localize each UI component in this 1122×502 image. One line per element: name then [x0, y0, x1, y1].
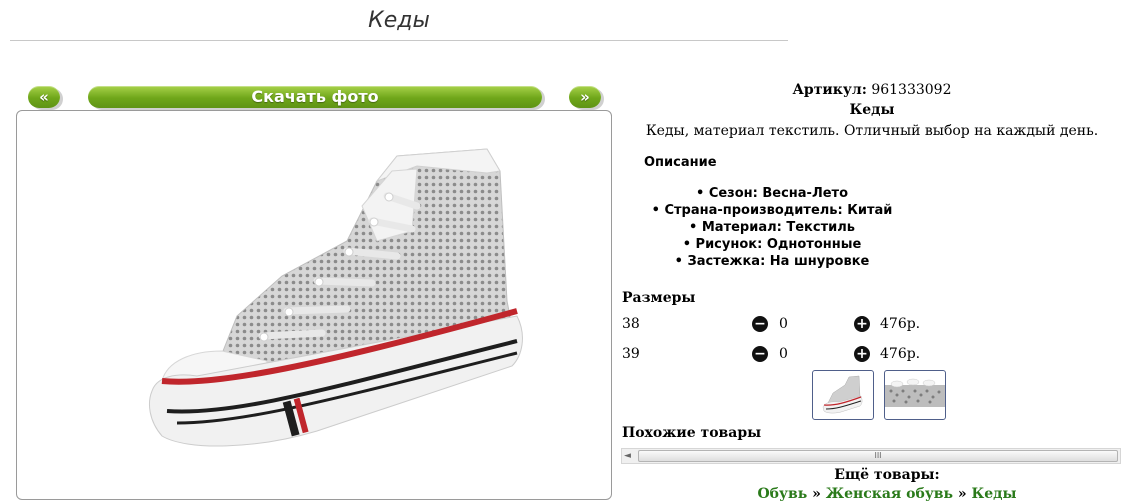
more-products-heading: Ещё товары:	[834, 467, 940, 483]
attribute-item: Страна-производитель: Китай	[622, 202, 922, 219]
breadcrumb-link-sneakers[interactable]: Кеды	[972, 486, 1017, 502]
photo-thumbnail-1[interactable]	[812, 370, 874, 420]
attribute-item: Рисунок: Однотонные	[622, 236, 922, 253]
article-line: Артикул: 961333092	[622, 82, 1122, 98]
minus-circle-icon[interactable]: −	[752, 316, 768, 332]
similar-products-scrollbar[interactable]: ◄ III	[621, 448, 1121, 464]
prev-photo-button[interactable]: «	[28, 86, 60, 108]
article-value: 961333092	[871, 82, 952, 98]
scroll-left-icon[interactable]: ◄	[624, 449, 631, 463]
attribute-item: Материал: Текстиль	[622, 219, 922, 236]
breadcrumb-separator: »	[953, 486, 972, 502]
next-photo-button[interactable]: »	[569, 86, 601, 108]
product-name: Кеды	[849, 102, 895, 118]
breadcrumb-link-womens-shoes[interactable]: Женская обувь	[826, 486, 953, 502]
breadcrumb-link-shoes[interactable]: Обувь	[757, 486, 807, 502]
scrollbar-thumb[interactable]: III	[638, 450, 1118, 462]
size-row: 39 − 0 + 476р.	[622, 346, 1022, 366]
minus-circle-icon[interactable]: −	[752, 346, 768, 362]
size-quantity: 0	[779, 316, 788, 332]
product-short-description: Кеды, материал текстиль. Отличный выбор …	[645, 123, 1099, 139]
size-price: 476р.	[880, 316, 921, 332]
breadcrumb: Обувь » Женская обувь » Кеды	[622, 486, 1122, 502]
sneaker-image	[149, 148, 523, 447]
sneaker-thumbnail-image	[822, 375, 863, 414]
page-title: Кеды	[368, 8, 430, 33]
size-quantity: 0	[779, 346, 788, 362]
photo-thumbnail-2[interactable]	[884, 370, 946, 420]
size-value: 39	[622, 346, 640, 362]
size-price: 476р.	[880, 346, 921, 362]
attribute-item: Сезон: Весна-Лето	[622, 185, 922, 202]
size-row: 38 − 0 + 476р.	[622, 316, 1022, 336]
sneaker-closeup-thumbnail-image	[885, 378, 945, 407]
article-label: Артикул:	[792, 82, 867, 98]
similar-products-heading: Похожие товары	[622, 425, 762, 441]
breadcrumb-separator: »	[807, 486, 826, 502]
plus-circle-icon[interactable]: +	[854, 316, 870, 332]
product-photo[interactable]	[16, 110, 612, 500]
description-heading: Описание	[644, 155, 717, 170]
download-photo-button[interactable]: Скачать фото	[88, 86, 542, 108]
plus-circle-icon[interactable]: +	[854, 346, 870, 362]
attribute-item: Застежка: На шнуровке	[622, 253, 922, 270]
attribute-list: Сезон: Весна-Лето Страна-производитель: …	[622, 185, 922, 270]
title-divider	[10, 40, 788, 41]
size-value: 38	[622, 316, 640, 332]
sizes-heading: Размеры	[622, 290, 696, 306]
